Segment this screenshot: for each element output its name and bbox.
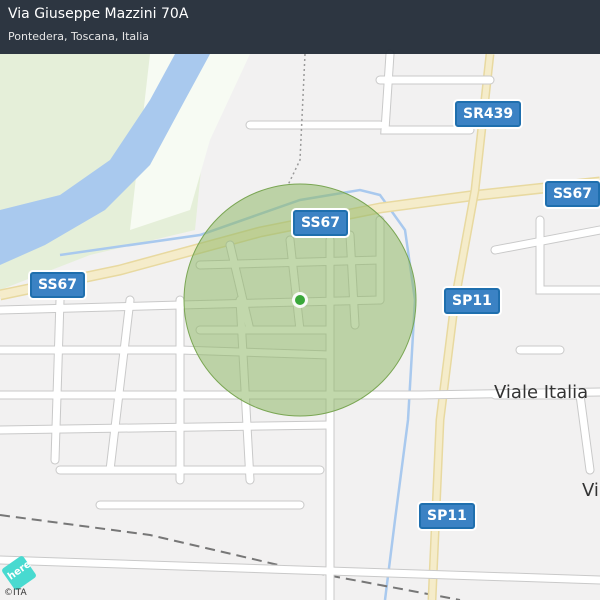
- road-shield-sp11: SP11: [419, 503, 475, 529]
- location-header: Via Giuseppe Mazzini 70A Pontedera, Tosc…: [0, 0, 600, 54]
- address-title: Via Giuseppe Mazzini 70A: [8, 6, 189, 22]
- map-attribution: ©ITA: [4, 588, 27, 598]
- address-subtitle: Pontedera, Toscana, Italia: [8, 30, 149, 43]
- road-shield-ss67: SS67: [545, 181, 600, 207]
- street-label-viale-italia: Viale Italia: [494, 382, 589, 403]
- street-label-partial: Vi: [582, 480, 599, 501]
- location-marker: [295, 295, 305, 305]
- road-shield-sp11: SP11: [444, 288, 500, 314]
- road-shield-ss67: SS67: [293, 210, 349, 236]
- road-shield-ss67: SS67: [30, 272, 86, 298]
- road-shield-sr439: SR439: [455, 101, 522, 127]
- map-canvas[interactable]: [0, 0, 600, 600]
